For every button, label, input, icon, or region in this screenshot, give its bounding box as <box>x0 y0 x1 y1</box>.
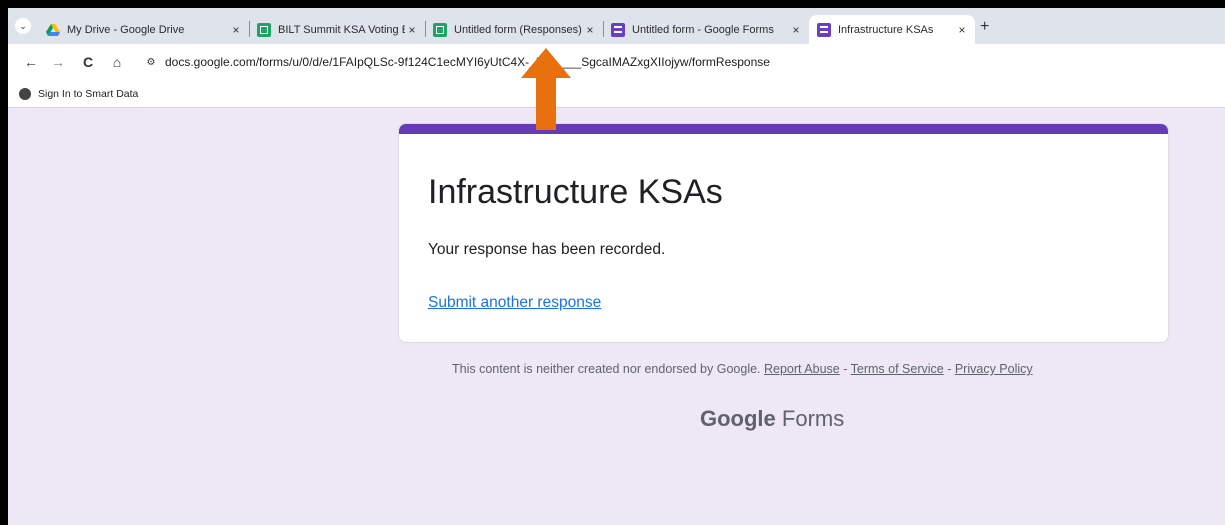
tab-label: My Drive - Google Drive <box>67 23 185 36</box>
tab-my-drive[interactable]: My Drive - Google Drive × <box>38 15 250 44</box>
reload-button[interactable]: C <box>80 53 96 71</box>
browser-toolbar: ← → C ⌂ ⚙ docs.google.com/forms/u/0/d/e/… <box>8 44 1225 84</box>
tab-label: Untitled form (Responses) - Go <box>454 23 583 36</box>
form-response-card: Infrastructure KSAs Your response has be… <box>398 123 1169 343</box>
bookmark-label: Sign In to Smart Data <box>38 88 139 100</box>
disclaimer-text: This content is neither created nor endo… <box>452 362 761 376</box>
footer-separator: - <box>943 362 955 376</box>
card-accent-bar <box>399 124 1168 134</box>
close-icon[interactable]: × <box>229 23 243 37</box>
google-sheets-icon <box>433 22 447 37</box>
home-button[interactable]: ⌂ <box>109 53 125 71</box>
browser-window: ⌄ My Drive - Google Drive × BILT Summit … <box>8 8 1225 525</box>
bookmarks-bar: Sign In to Smart Data <box>8 84 1225 108</box>
footer-separator: - <box>839 362 851 376</box>
google-forms-logo[interactable]: Google Forms <box>700 406 844 432</box>
back-button[interactable]: ← <box>23 53 39 71</box>
close-icon[interactable]: × <box>583 23 597 37</box>
site-info-icon[interactable]: ⚙ <box>144 56 158 70</box>
google-forms-icon <box>817 22 831 37</box>
privacy-policy-link[interactable]: Privacy Policy <box>955 362 1033 376</box>
forward-button[interactable]: → <box>50 53 66 71</box>
submit-another-response-link[interactable]: Submit another response <box>428 294 601 312</box>
form-footer: This content is neither created nor endo… <box>452 362 1033 376</box>
address-bar[interactable]: docs.google.com/forms/u/0/d/e/1FAIpQLSc-… <box>165 55 770 69</box>
tab-label: Infrastructure KSAs <box>838 23 934 36</box>
globe-icon <box>19 88 31 100</box>
close-icon[interactable]: × <box>405 23 419 37</box>
new-tab-button[interactable]: + <box>980 18 989 36</box>
terms-of-service-link[interactable]: Terms of Service <box>851 362 944 376</box>
tab-untitled-form-responses[interactable]: Untitled form (Responses) - Go × <box>425 15 604 44</box>
annotation-arrow-icon <box>521 48 571 130</box>
tab-strip: ⌄ My Drive - Google Drive × BILT Summit … <box>8 8 1225 44</box>
bookmark-sign-in-smart-data[interactable]: Sign In to Smart Data <box>19 88 138 100</box>
close-icon[interactable]: × <box>955 23 969 37</box>
forms-wordmark: Forms <box>781 406 845 431</box>
arrow-shape <box>521 48 571 130</box>
google-drive-icon <box>46 23 60 37</box>
form-title: Infrastructure KSAs <box>428 173 723 211</box>
close-icon[interactable]: × <box>789 23 803 37</box>
google-forms-icon <box>611 22 625 37</box>
tab-label: Untitled form - Google Forms <box>632 23 774 36</box>
confirmation-message: Your response has been recorded. <box>428 241 666 258</box>
report-abuse-link[interactable]: Report Abuse <box>764 362 840 376</box>
google-wordmark: Google <box>700 406 776 431</box>
tab-label: BILT Summit KSA Voting Examp <box>278 23 405 36</box>
tab-bilt-summit[interactable]: BILT Summit KSA Voting Examp × <box>249 15 426 44</box>
tab-untitled-form[interactable]: Untitled form - Google Forms × <box>603 15 809 44</box>
tab-search-button[interactable]: ⌄ <box>15 18 31 34</box>
google-sheets-icon <box>257 22 271 37</box>
tab-infrastructure-ksas[interactable]: Infrastructure KSAs × <box>809 15 975 44</box>
